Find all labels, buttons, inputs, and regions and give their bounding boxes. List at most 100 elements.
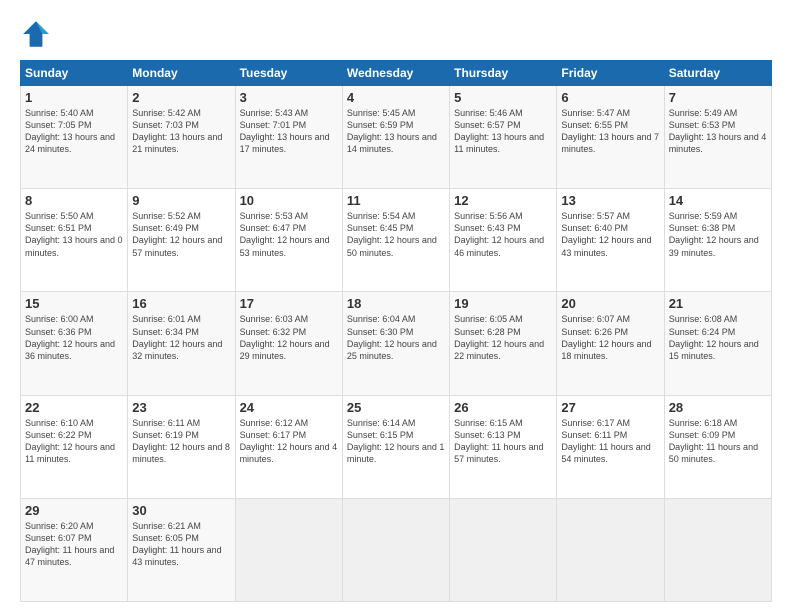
cell-content: Sunrise: 6:05 AM Sunset: 6:28 PM Dayligh… (454, 313, 552, 362)
day-number: 22 (25, 400, 123, 415)
day-header-saturday: Saturday (664, 61, 771, 86)
day-header-tuesday: Tuesday (235, 61, 342, 86)
day-number: 25 (347, 400, 445, 415)
day-number: 1 (25, 90, 123, 105)
day-number: 20 (561, 296, 659, 311)
cell-content: Sunrise: 6:03 AM Sunset: 6:32 PM Dayligh… (240, 313, 338, 362)
calendar-cell: 1 Sunrise: 5:40 AM Sunset: 7:05 PM Dayli… (21, 86, 128, 189)
calendar-cell: 4 Sunrise: 5:45 AM Sunset: 6:59 PM Dayli… (342, 86, 449, 189)
cell-content: Sunrise: 6:10 AM Sunset: 6:22 PM Dayligh… (25, 417, 123, 466)
calendar-cell: 17 Sunrise: 6:03 AM Sunset: 6:32 PM Dayl… (235, 292, 342, 395)
cell-content: Sunrise: 6:20 AM Sunset: 6:07 PM Dayligh… (25, 520, 123, 569)
calendar-cell: 6 Sunrise: 5:47 AM Sunset: 6:55 PM Dayli… (557, 86, 664, 189)
day-number: 26 (454, 400, 552, 415)
calendar-cell: 29 Sunrise: 6:20 AM Sunset: 6:07 PM Dayl… (21, 498, 128, 601)
calendar-cell (664, 498, 771, 601)
cell-content: Sunrise: 5:42 AM Sunset: 7:03 PM Dayligh… (132, 107, 230, 156)
logo (20, 18, 58, 50)
day-header-friday: Friday (557, 61, 664, 86)
day-number: 9 (132, 193, 230, 208)
calendar-week-row: 8 Sunrise: 5:50 AM Sunset: 6:51 PM Dayli… (21, 189, 772, 292)
cell-content: Sunrise: 5:50 AM Sunset: 6:51 PM Dayligh… (25, 210, 123, 259)
day-number: 2 (132, 90, 230, 105)
cell-content: Sunrise: 5:56 AM Sunset: 6:43 PM Dayligh… (454, 210, 552, 259)
day-header-thursday: Thursday (450, 61, 557, 86)
day-number: 21 (669, 296, 767, 311)
calendar-cell: 2 Sunrise: 5:42 AM Sunset: 7:03 PM Dayli… (128, 86, 235, 189)
calendar-cell (235, 498, 342, 601)
day-number: 23 (132, 400, 230, 415)
cell-content: Sunrise: 5:59 AM Sunset: 6:38 PM Dayligh… (669, 210, 767, 259)
calendar-cell (342, 498, 449, 601)
calendar-cell: 25 Sunrise: 6:14 AM Sunset: 6:15 PM Dayl… (342, 395, 449, 498)
day-number: 7 (669, 90, 767, 105)
day-header-sunday: Sunday (21, 61, 128, 86)
day-header-monday: Monday (128, 61, 235, 86)
calendar-cell: 21 Sunrise: 6:08 AM Sunset: 6:24 PM Dayl… (664, 292, 771, 395)
calendar-cell: 24 Sunrise: 6:12 AM Sunset: 6:17 PM Dayl… (235, 395, 342, 498)
cell-content: Sunrise: 6:12 AM Sunset: 6:17 PM Dayligh… (240, 417, 338, 466)
day-number: 18 (347, 296, 445, 311)
calendar-cell: 30 Sunrise: 6:21 AM Sunset: 6:05 PM Dayl… (128, 498, 235, 601)
header (20, 18, 772, 50)
calendar-cell: 19 Sunrise: 6:05 AM Sunset: 6:28 PM Dayl… (450, 292, 557, 395)
cell-content: Sunrise: 5:54 AM Sunset: 6:45 PM Dayligh… (347, 210, 445, 259)
day-number: 30 (132, 503, 230, 518)
calendar-cell: 20 Sunrise: 6:07 AM Sunset: 6:26 PM Dayl… (557, 292, 664, 395)
calendar-cell (557, 498, 664, 601)
cell-content: Sunrise: 6:00 AM Sunset: 6:36 PM Dayligh… (25, 313, 123, 362)
cell-content: Sunrise: 5:40 AM Sunset: 7:05 PM Dayligh… (25, 107, 123, 156)
day-number: 16 (132, 296, 230, 311)
calendar-cell: 7 Sunrise: 5:49 AM Sunset: 6:53 PM Dayli… (664, 86, 771, 189)
day-number: 28 (669, 400, 767, 415)
calendar-cell: 5 Sunrise: 5:46 AM Sunset: 6:57 PM Dayli… (450, 86, 557, 189)
cell-content: Sunrise: 6:01 AM Sunset: 6:34 PM Dayligh… (132, 313, 230, 362)
calendar-cell: 28 Sunrise: 6:18 AM Sunset: 6:09 PM Dayl… (664, 395, 771, 498)
day-number: 4 (347, 90, 445, 105)
calendar-cell: 13 Sunrise: 5:57 AM Sunset: 6:40 PM Dayl… (557, 189, 664, 292)
cell-content: Sunrise: 5:43 AM Sunset: 7:01 PM Dayligh… (240, 107, 338, 156)
cell-content: Sunrise: 6:08 AM Sunset: 6:24 PM Dayligh… (669, 313, 767, 362)
cell-content: Sunrise: 6:18 AM Sunset: 6:09 PM Dayligh… (669, 417, 767, 466)
day-number: 10 (240, 193, 338, 208)
calendar-week-row: 1 Sunrise: 5:40 AM Sunset: 7:05 PM Dayli… (21, 86, 772, 189)
day-number: 5 (454, 90, 552, 105)
calendar-cell: 23 Sunrise: 6:11 AM Sunset: 6:19 PM Dayl… (128, 395, 235, 498)
calendar-cell: 10 Sunrise: 5:53 AM Sunset: 6:47 PM Dayl… (235, 189, 342, 292)
cell-content: Sunrise: 5:45 AM Sunset: 6:59 PM Dayligh… (347, 107, 445, 156)
calendar-cell: 15 Sunrise: 6:00 AM Sunset: 6:36 PM Dayl… (21, 292, 128, 395)
cell-content: Sunrise: 5:46 AM Sunset: 6:57 PM Dayligh… (454, 107, 552, 156)
cell-content: Sunrise: 6:11 AM Sunset: 6:19 PM Dayligh… (132, 417, 230, 466)
calendar-cell (450, 498, 557, 601)
cell-content: Sunrise: 6:15 AM Sunset: 6:13 PM Dayligh… (454, 417, 552, 466)
calendar-cell: 8 Sunrise: 5:50 AM Sunset: 6:51 PM Dayli… (21, 189, 128, 292)
cell-content: Sunrise: 5:49 AM Sunset: 6:53 PM Dayligh… (669, 107, 767, 156)
calendar-cell: 14 Sunrise: 5:59 AM Sunset: 6:38 PM Dayl… (664, 189, 771, 292)
calendar-cell: 16 Sunrise: 6:01 AM Sunset: 6:34 PM Dayl… (128, 292, 235, 395)
day-number: 3 (240, 90, 338, 105)
day-number: 14 (669, 193, 767, 208)
calendar-cell: 26 Sunrise: 6:15 AM Sunset: 6:13 PM Dayl… (450, 395, 557, 498)
day-number: 19 (454, 296, 552, 311)
day-number: 29 (25, 503, 123, 518)
day-number: 8 (25, 193, 123, 208)
cell-content: Sunrise: 6:14 AM Sunset: 6:15 PM Dayligh… (347, 417, 445, 466)
day-number: 27 (561, 400, 659, 415)
calendar-cell: 3 Sunrise: 5:43 AM Sunset: 7:01 PM Dayli… (235, 86, 342, 189)
calendar-cell: 11 Sunrise: 5:54 AM Sunset: 6:45 PM Dayl… (342, 189, 449, 292)
cell-content: Sunrise: 5:57 AM Sunset: 6:40 PM Dayligh… (561, 210, 659, 259)
day-number: 15 (25, 296, 123, 311)
day-number: 11 (347, 193, 445, 208)
cell-content: Sunrise: 6:04 AM Sunset: 6:30 PM Dayligh… (347, 313, 445, 362)
logo-icon (20, 18, 52, 50)
calendar-cell: 18 Sunrise: 6:04 AM Sunset: 6:30 PM Dayl… (342, 292, 449, 395)
calendar-cell: 12 Sunrise: 5:56 AM Sunset: 6:43 PM Dayl… (450, 189, 557, 292)
day-number: 17 (240, 296, 338, 311)
page: SundayMondayTuesdayWednesdayThursdayFrid… (0, 0, 792, 612)
day-number: 6 (561, 90, 659, 105)
cell-content: Sunrise: 5:52 AM Sunset: 6:49 PM Dayligh… (132, 210, 230, 259)
calendar-week-row: 29 Sunrise: 6:20 AM Sunset: 6:07 PM Dayl… (21, 498, 772, 601)
cell-content: Sunrise: 6:17 AM Sunset: 6:11 PM Dayligh… (561, 417, 659, 466)
calendar-table: SundayMondayTuesdayWednesdayThursdayFrid… (20, 60, 772, 602)
cell-content: Sunrise: 5:47 AM Sunset: 6:55 PM Dayligh… (561, 107, 659, 156)
